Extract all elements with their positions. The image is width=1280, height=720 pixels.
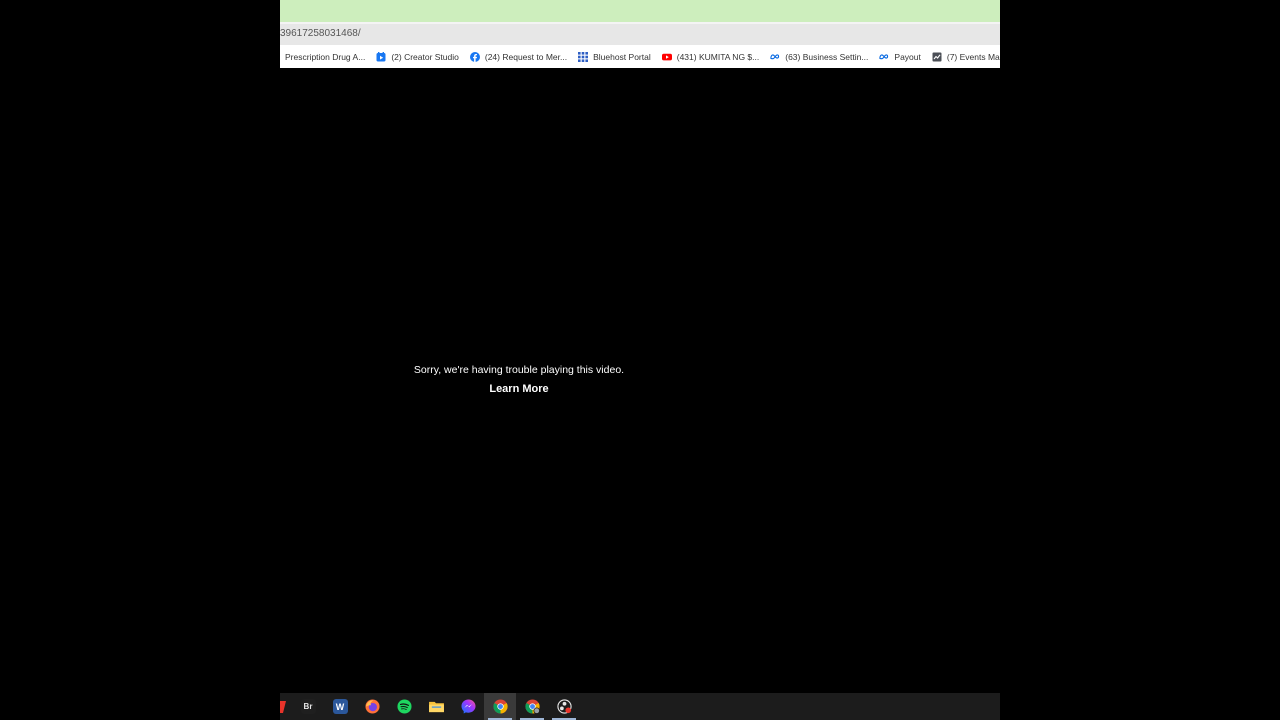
bookmark-events-manager[interactable]: (7) Events Manager <box>932 52 1000 62</box>
taskbar-app-red[interactable] <box>280 693 292 720</box>
taskbar-app-file-explorer[interactable] <box>420 693 452 720</box>
meta-icon <box>879 53 889 59</box>
taskbar: Br W <box>280 693 1000 720</box>
bookmark-label: Payout <box>894 51 921 62</box>
bookmark-label: (2) Creator Studio <box>391 51 459 62</box>
bookmark-label: (7) Events Manager <box>946 51 1000 62</box>
taskbar-app-bridge[interactable]: Br <box>292 693 324 720</box>
firefox-icon <box>364 699 380 714</box>
bookmark-business-settings[interactable]: (63) Business Settin... <box>770 52 868 62</box>
bookmark-creator-studio[interactable]: (2) Creator Studio <box>376 51 459 62</box>
taskbar-app-chrome[interactable] <box>484 693 516 720</box>
bookmark-label: (63) Business Settin... <box>785 51 869 62</box>
bookmark-label: Bluehost Portal <box>593 51 651 62</box>
bookmark-request-to-merge[interactable]: (24) Request to Mer... <box>469 51 568 62</box>
obs-icon <box>556 699 572 714</box>
events-manager-icon <box>932 52 942 61</box>
bookmark-bluehost-portal[interactable]: Bluehost Portal <box>578 51 651 62</box>
red-app-icon <box>280 700 286 713</box>
address-bar[interactable]: 39617258031468/ <box>280 24 1000 45</box>
grid-icon <box>578 51 589 62</box>
word-icon: W <box>332 699 348 714</box>
bookmark-prescription-drug[interactable]: Prescription Drug A... <box>285 52 365 62</box>
bridge-icon: Br <box>300 699 316 714</box>
video-player[interactable]: Sorry, we're having trouble playing this… <box>280 68 1000 693</box>
taskbar-app-spotify[interactable] <box>388 693 420 720</box>
browser-window: 39617258031468/ Prescription Drug A... (… <box>280 0 1000 720</box>
bookmark-youtube-kumita[interactable]: (431) KUMITA NG $... <box>661 51 760 62</box>
taskbar-app-messenger[interactable] <box>452 693 484 720</box>
chrome-icon <box>492 699 508 714</box>
creator-studio-icon <box>376 51 386 61</box>
bookmark-payout[interactable]: Payout <box>879 51 921 62</box>
taskbar-app-obs[interactable] <box>548 693 580 720</box>
file-explorer-icon <box>428 701 444 713</box>
bookmark-label: (431) KUMITA NG $... <box>676 51 760 62</box>
top-banner <box>280 0 1000 22</box>
facebook-icon <box>469 51 480 62</box>
video-error-message: Sorry, we're having trouble playing this… <box>413 364 625 376</box>
meta-icon <box>770 53 780 59</box>
bookmarks-bar: Prescription Drug A... (2) Creator Studi… <box>280 45 1000 68</box>
address-url[interactable]: 39617258031468/ <box>280 28 361 39</box>
spotify-icon <box>396 699 412 714</box>
chrome-profile-icon <box>524 699 540 714</box>
bookmark-label: Prescription Drug A... <box>285 51 366 62</box>
bookmark-label: (24) Request to Mer... <box>484 51 568 62</box>
youtube-icon <box>661 53 672 60</box>
taskbar-app-chrome-profile[interactable] <box>516 693 548 720</box>
taskbar-app-firefox[interactable] <box>356 693 388 720</box>
taskbar-app-word[interactable]: W <box>324 693 356 720</box>
messenger-icon <box>460 699 476 714</box>
learn-more-link[interactable]: Learn More <box>280 383 758 395</box>
